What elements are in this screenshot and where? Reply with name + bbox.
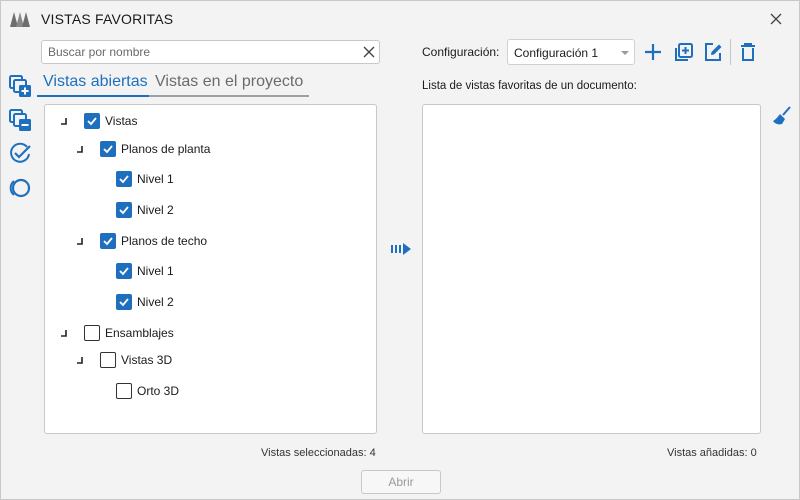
tree-node-label: Nivel 1 (137, 264, 174, 278)
chevron-down-icon (621, 51, 629, 55)
favorites-list[interactable] (422, 104, 761, 434)
delete-config-icon[interactable] (737, 41, 759, 63)
view-source-tabs: Vistas abiertas Vistas en el proyecto (37, 71, 309, 97)
selected-count-status: Vistas seleccionadas: 4 (261, 447, 376, 459)
expander-icon[interactable] (60, 329, 68, 337)
remove-views-icon[interactable] (7, 107, 33, 133)
broom-clear-icon[interactable] (771, 105, 793, 127)
check-all-icon[interactable] (7, 141, 33, 167)
tree-node-label: Nivel 2 (137, 295, 174, 309)
expander-icon[interactable] (76, 145, 84, 153)
favorites-list-label: Lista de vistas favoritas de un document… (422, 80, 637, 92)
tree-node: Nivel 1 (116, 261, 174, 281)
add-views-icon[interactable] (7, 73, 33, 99)
tree-node: Ensamblajes (61, 323, 174, 343)
search-input[interactable] (48, 43, 358, 61)
tab-project-views[interactable]: Vistas en el proyecto (155, 73, 303, 91)
title-bar: VISTAS FAVORITAS (1, 1, 799, 37)
tree-checkbox[interactable] (116, 171, 132, 187)
expander-icon[interactable] (76, 356, 84, 364)
search-box (41, 40, 380, 64)
tree-node-label: Nivel 1 (137, 172, 174, 186)
dialog-window: VISTAS FAVORITAS Vistas abiertas Vistas … (0, 0, 800, 500)
tree-node: Nivel 2 (116, 200, 174, 220)
tab-open-views[interactable]: Vistas abiertas (43, 73, 148, 91)
app-logo-icon (10, 12, 30, 27)
close-icon[interactable] (764, 7, 788, 31)
tree-node-label: Planos de planta (121, 142, 211, 156)
added-count-status: Vistas añadidas: 0 (667, 447, 757, 459)
tree-node: Nivel 1 (116, 169, 174, 189)
toolbar-separator (730, 39, 731, 65)
tree-node-label: Nivel 2 (137, 203, 174, 217)
tree-checkbox[interactable] (116, 202, 132, 218)
config-select[interactable]: Configuración 1 (507, 39, 635, 65)
tree-checkbox[interactable] (116, 383, 132, 399)
add-to-favorites-arrow-icon[interactable] (390, 241, 414, 257)
tree-node-label: Planos de techo (121, 234, 208, 248)
tree-checkbox[interactable] (116, 263, 132, 279)
tree-node: Vistas (61, 111, 138, 131)
tree-checkbox[interactable] (84, 113, 100, 129)
tree-node: Planos de techo (77, 231, 208, 251)
edit-config-icon[interactable] (702, 41, 724, 63)
duplicate-config-icon[interactable] (672, 41, 694, 63)
config-select-value: Configuración 1 (514, 46, 599, 60)
config-label: Configuración: (422, 45, 500, 59)
views-tree: Vistas Planos de planta Nivel 1 Nivel 2 … (44, 104, 377, 434)
tree-node: Vistas 3D (77, 350, 173, 370)
tree-node-label: Vistas (105, 114, 138, 128)
expander-icon[interactable] (60, 117, 68, 125)
tree-checkbox[interactable] (116, 294, 132, 310)
tree-checkbox[interactable] (100, 233, 116, 249)
tree-node: Planos de planta (77, 139, 211, 159)
tree-checkbox[interactable] (84, 325, 100, 341)
tree-node: Nivel 2 (116, 292, 174, 312)
tree-node-label: Ensamblajes (105, 326, 174, 340)
clear-search-icon[interactable] (362, 45, 376, 59)
add-config-icon[interactable] (642, 41, 664, 63)
tree-checkbox[interactable] (100, 141, 116, 157)
tree-checkbox[interactable] (100, 352, 116, 368)
tree-node-label: Orto 3D (137, 384, 180, 398)
open-button[interactable]: Abrir (361, 470, 441, 494)
uncheck-all-icon[interactable] (7, 175, 33, 201)
active-tab-indicator (37, 95, 149, 97)
expander-icon[interactable] (76, 237, 84, 245)
tree-node: Orto 3D (116, 381, 179, 401)
tree-node-label: Vistas 3D (121, 353, 173, 367)
window-title: VISTAS FAVORITAS (41, 11, 174, 27)
